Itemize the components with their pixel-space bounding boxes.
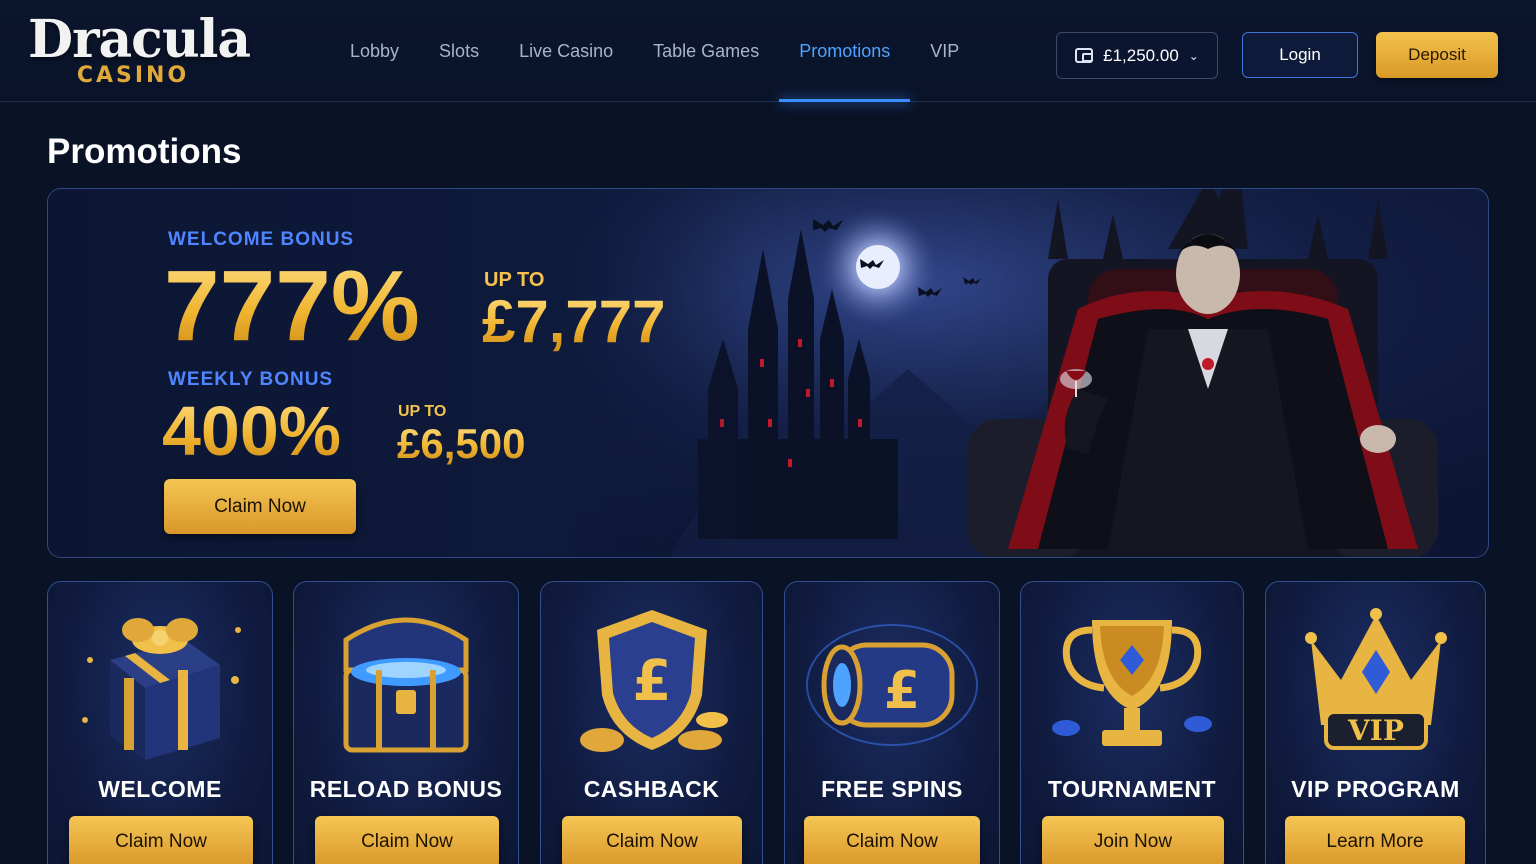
card-title: RELOAD BONUS [309, 776, 503, 802]
deposit-button[interactable]: Deposit [1376, 32, 1498, 78]
welcome-claim-button[interactable]: Claim Now [69, 816, 253, 864]
pound-shield-icon: £ [541, 600, 762, 770]
login-button[interactable]: Login [1242, 32, 1358, 78]
promo-card-tournament[interactable]: TOURNAMENT Join Now [1020, 581, 1244, 864]
vip-learn-more-button[interactable]: Learn More [1285, 816, 1465, 864]
hero-text-backdrop [48, 189, 748, 557]
promo-card-welcome[interactable]: WELCOME Claim Now [47, 581, 273, 864]
card-title: TOURNAMENT [1047, 776, 1217, 802]
promo-card-cashback[interactable]: £ CASHBACK Claim Now [540, 581, 763, 864]
main-nav: Lobby Slots Live Casino Table Games Prom… [330, 0, 979, 102]
chevron-down-icon: ⌄ [1188, 48, 1199, 63]
nav-item-slots[interactable]: Slots [419, 0, 499, 102]
weekly-bonus-amount: £6,500 [397, 420, 526, 467]
gift-box-icon [48, 600, 272, 770]
nav-item-live-casino[interactable]: Live Casino [499, 0, 633, 102]
treasure-chest-icon [294, 600, 518, 770]
welcome-bonus-label: WELCOME BONUS [168, 229, 355, 250]
hero-banner: WELCOME BONUS 777% UP TO £7,777 WEEKLY B… [47, 188, 1489, 558]
vip-crown-text: VIP [1347, 714, 1404, 747]
promo-card-free-spins[interactable]: £ FREE SPINS Claim Now [784, 581, 1000, 864]
reload-claim-button[interactable]: Claim Now [315, 816, 499, 864]
promo-card-reload-bonus[interactable]: RELOAD BONUS Claim Now [293, 581, 519, 864]
trophy-icon [1021, 600, 1243, 770]
hero-claim-button[interactable]: Claim Now [164, 479, 356, 534]
nav-item-promotions[interactable]: Promotions [779, 0, 911, 102]
crown-icon: VIP [1266, 600, 1485, 770]
card-title: FREE SPINS [821, 776, 963, 802]
weekly-bonus-percent: 400% [162, 392, 342, 470]
tournament-join-button[interactable]: Join Now [1042, 816, 1224, 864]
welcome-bonus-amount: £7,777 [482, 288, 666, 355]
card-title: CASHBACK [583, 776, 720, 802]
nav-item-lobby[interactable]: Lobby [330, 0, 419, 102]
free-spins-claim-button[interactable]: Claim Now [804, 816, 980, 864]
balance-dropdown[interactable]: £1,250.00 ⌄ [1056, 32, 1218, 79]
cashback-claim-button[interactable]: Claim Now [562, 816, 742, 864]
nav-item-vip[interactable]: VIP [910, 0, 979, 102]
svg-text:£: £ [632, 649, 671, 714]
page-title: Promotions [47, 132, 242, 171]
card-title: VIP PROGRAM [1291, 776, 1460, 802]
balance-amount: £1,250.00 [1103, 45, 1179, 65]
dracula-casino-logo[interactable]: Dracula CASINO [28, 9, 251, 94]
wallet-icon [1075, 48, 1094, 63]
promo-card-vip-program[interactable]: VIP VIP PROGRAM Learn More [1265, 581, 1486, 864]
weekly-bonus-label: WEEKLY BONUS [168, 369, 334, 390]
slot-reel-icon: £ [785, 600, 999, 770]
logo-wordmark: Dracula [28, 9, 251, 70]
welcome-bonus-percent: 777% [164, 250, 420, 362]
nav-item-table-games[interactable]: Table Games [633, 0, 779, 102]
svg-text:£: £ [884, 661, 920, 721]
top-header: Dracula CASINO Lobby Slots Live Casino T… [0, 0, 1536, 102]
card-title: WELCOME [98, 776, 222, 802]
